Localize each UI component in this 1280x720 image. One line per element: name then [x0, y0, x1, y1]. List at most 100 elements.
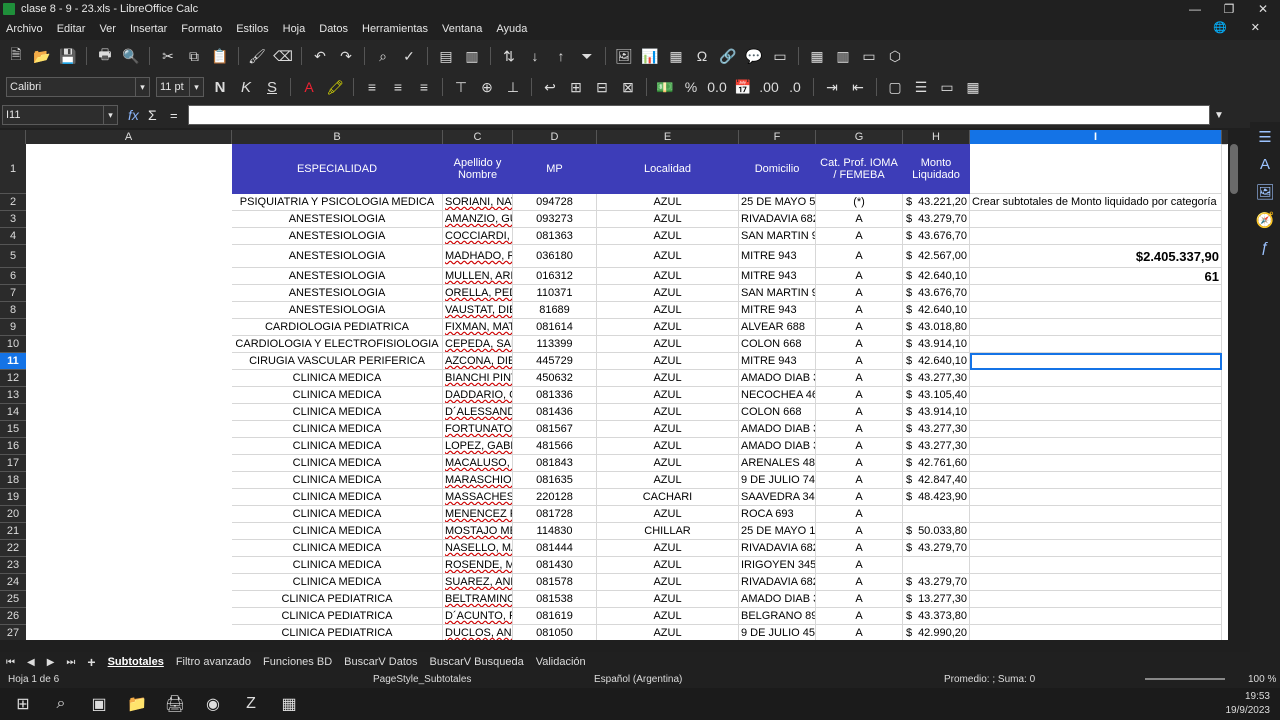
cell-mp[interactable]: 81689: [513, 302, 597, 319]
cell-apellido-nombre[interactable]: BIANCHI PINTOS, DANIELA: [443, 370, 513, 387]
find-replace-icon[interactable]: ⌕: [373, 46, 393, 66]
cell-monto[interactable]: 43.279,70 $: [903, 211, 970, 228]
cell-domicilio[interactable]: MITRE 943: [739, 268, 816, 285]
cell-i25[interactable]: [970, 591, 1222, 608]
minimize-icon[interactable]: —: [1178, 0, 1212, 18]
cell-localidad[interactable]: CACHARI: [597, 489, 739, 506]
row-header-14[interactable]: 14: [0, 404, 26, 421]
decrease-indent-icon[interactable]: ⇤: [848, 77, 868, 97]
cell-i12[interactable]: [970, 370, 1222, 387]
row-header-21[interactable]: 21: [0, 523, 26, 540]
cell-i10[interactable]: [970, 336, 1222, 353]
header-cell-b[interactable]: Apellido y Nombre: [443, 144, 513, 194]
cell-monto[interactable]: 43.676,70 $: [903, 285, 970, 302]
restore-icon[interactable]: ❐: [1212, 0, 1246, 18]
row-header-27[interactable]: 27: [0, 625, 26, 640]
cell-especialidad[interactable]: CLINICA MEDICA: [232, 506, 443, 523]
cell-i22[interactable]: [970, 540, 1222, 557]
cell-mp[interactable]: 081578: [513, 574, 597, 591]
align-bottom-icon[interactable]: ⊥: [503, 77, 523, 97]
add-sheet-button[interactable]: +: [87, 654, 95, 670]
cell-cat-prof[interactable]: A: [816, 285, 903, 302]
cell-especialidad[interactable]: CLINICA MEDICA: [232, 523, 443, 540]
cell-apellido-nombre[interactable]: SORIANI, NATALIA: [443, 194, 513, 211]
cell-especialidad[interactable]: ANESTESIOLOGIA: [232, 211, 443, 228]
cell-especialidad[interactable]: CIRUGIA VASCULAR PERIFERICA: [232, 353, 443, 370]
cell-cat-prof[interactable]: A: [816, 625, 903, 640]
cell-apellido-nombre[interactable]: COCCIARDI, FLAVIO: [443, 228, 513, 245]
cell-monto[interactable]: 43.373,80 $: [903, 608, 970, 625]
cell-monto[interactable]: 42.567,00 $: [903, 245, 970, 268]
cell-cat-prof[interactable]: A: [816, 228, 903, 245]
cell-cat-prof[interactable]: A: [816, 540, 903, 557]
autofilter-icon[interactable]: ⏷: [577, 46, 597, 66]
cell-mp[interactable]: 081363: [513, 228, 597, 245]
navigator-icon[interactable]: 🧭: [1256, 211, 1275, 229]
chevron-down-icon[interactable]: ▾: [103, 106, 117, 124]
cell-especialidad[interactable]: ANESTESIOLOGIA: [232, 228, 443, 245]
select-all-corner[interactable]: [0, 130, 26, 144]
cell-mp[interactable]: 081538: [513, 591, 597, 608]
cell-monto[interactable]: 43.279,70 $: [903, 540, 970, 557]
cell-monto[interactable]: [903, 506, 970, 523]
cell-cat-prof[interactable]: A: [816, 387, 903, 404]
cut-icon[interactable]: ✂: [158, 46, 178, 66]
menu-item-6[interactable]: Hoja: [283, 23, 306, 35]
cell-domicilio[interactable]: IRIGOYEN 345: [739, 557, 816, 574]
cell-domicilio[interactable]: BELGRANO 893: [739, 608, 816, 625]
task-view-icon[interactable]: ▣: [84, 692, 114, 716]
column-header-h[interactable]: H: [903, 130, 970, 144]
row-header-24[interactable]: 24: [0, 574, 26, 591]
cell-i4[interactable]: [970, 228, 1222, 245]
row-header-19[interactable]: 19: [0, 489, 26, 506]
cell-localidad[interactable]: AZUL: [597, 404, 739, 421]
row-header-20[interactable]: 20: [0, 506, 26, 523]
row-header-10[interactable]: 10: [0, 336, 26, 353]
paste-icon[interactable]: 📋: [210, 46, 230, 66]
sheet-tab-5[interactable]: Validación: [536, 656, 586, 668]
row-header-13[interactable]: 13: [0, 387, 26, 404]
cell-apellido-nombre[interactable]: FORTUNATO, ANALIA: [443, 421, 513, 438]
cell-localidad[interactable]: AZUL: [597, 285, 739, 302]
cell-mp[interactable]: 081728: [513, 506, 597, 523]
cell-mp[interactable]: 114830: [513, 523, 597, 540]
cell-apellido-nombre[interactable]: ROSENDE, MARIA VALERIA: [443, 557, 513, 574]
cell-cat-prof[interactable]: A: [816, 489, 903, 506]
header-cell-c[interactable]: MP: [513, 144, 597, 194]
cell-especialidad[interactable]: CLINICA MEDICA: [232, 455, 443, 472]
row-header-16[interactable]: 16: [0, 438, 26, 455]
align-center-icon[interactable]: ≡: [388, 77, 408, 97]
chrome-icon[interactable]: ◉: [198, 692, 228, 716]
cell-cat-prof[interactable]: A: [816, 506, 903, 523]
cell-monto[interactable]: 43.277,30 $: [903, 370, 970, 387]
cell-mp[interactable]: 036180: [513, 245, 597, 268]
spacer[interactable]: [1222, 144, 1227, 145]
cell-apellido-nombre[interactable]: NASELLO, MARIA SOFIA: [443, 540, 513, 557]
cell-especialidad[interactable]: CLINICA MEDICA: [232, 540, 443, 557]
cell-mp[interactable]: 110371: [513, 285, 597, 302]
cell-especialidad[interactable]: ANESTESIOLOGIA: [232, 268, 443, 285]
cell-cat-prof[interactable]: A: [816, 302, 903, 319]
cell-apellido-nombre[interactable]: DUCLOS, ANA MARIA: [443, 625, 513, 640]
sort-icon[interactable]: ⇅: [499, 46, 519, 66]
cell-localidad[interactable]: AZUL: [597, 211, 739, 228]
italic-button[interactable]: K: [236, 77, 256, 97]
cell-domicilio[interactable]: COLON 668: [739, 336, 816, 353]
cell-mp[interactable]: 081843: [513, 455, 597, 472]
cell-cat-prof[interactable]: A: [816, 523, 903, 540]
cell-i3[interactable]: [970, 211, 1222, 228]
cell-localidad[interactable]: AZUL: [597, 540, 739, 557]
column-header-a[interactable]: A: [26, 130, 232, 144]
cell-apellido-nombre[interactable]: MADHADO, ROBERTO: [443, 245, 513, 268]
first-sheet-icon[interactable]: ⏮: [6, 657, 15, 668]
cell-localidad[interactable]: AZUL: [597, 302, 739, 319]
align-top-icon[interactable]: ⊤: [451, 77, 471, 97]
row-header-3[interactable]: 3: [0, 211, 26, 228]
add-decimal-icon[interactable]: .00: [759, 77, 779, 97]
highlight-color-icon[interactable]: 🖍: [325, 77, 345, 97]
cell-domicilio[interactable]: MITRE 943: [739, 353, 816, 370]
cell-apellido-nombre[interactable]: D´ACUNTO, ROSANA: [443, 608, 513, 625]
cell-domicilio[interactable]: ARENALES 481: [739, 455, 816, 472]
cell-monto[interactable]: 42.847,40 $: [903, 472, 970, 489]
prev-sheet-icon[interactable]: ◀: [27, 657, 35, 668]
